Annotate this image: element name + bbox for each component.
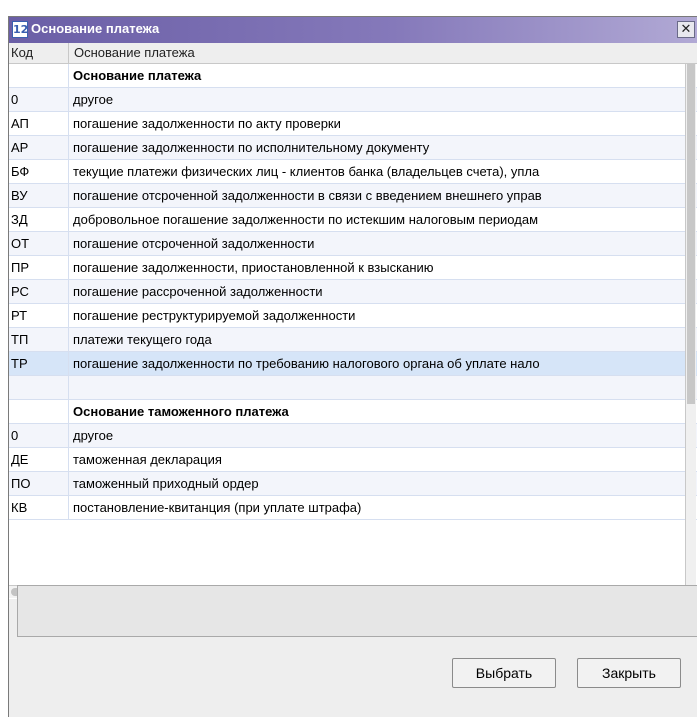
cell-code: 0: [9, 88, 69, 111]
table-row[interactable]: 0 другое: [9, 424, 697, 448]
info-panel: [17, 585, 697, 637]
cell-code: ВУ: [9, 184, 69, 207]
table-section-row[interactable]: Основание таможенного платежа: [9, 400, 697, 424]
cell-code: 0: [9, 424, 69, 447]
column-header-description[interactable]: Основание платежа: [70, 43, 697, 63]
cell-code: [9, 64, 69, 87]
table-row[interactable]: ЗД добровольное погашение задолженности п…: [9, 208, 697, 232]
table-row[interactable]: РС погашение рассроченной задолженности: [9, 280, 697, 304]
cell-code: РС: [9, 280, 69, 303]
dialog-window: 12 Основание платежа ✕ Код Основание пла…: [8, 16, 697, 717]
table-header: Код Основание платежа: [9, 43, 697, 64]
cell-code: ТР: [9, 352, 69, 375]
cell-description: погашение отсроченной задолженности: [73, 236, 315, 251]
section-title: Основание таможенного платежа: [73, 404, 289, 419]
table-row[interactable]: ТР погашение задолженности по требованию …: [9, 352, 697, 376]
table-row[interactable]: ОТ погашение отсроченной задолженности: [9, 232, 697, 256]
cell-description: погашение задолженности, приостановленно…: [73, 260, 434, 275]
title-bar[interactable]: 12 Основание платежа ✕: [9, 17, 697, 43]
cell-code: [9, 376, 69, 399]
cell-code: БФ: [9, 160, 69, 183]
app-icon: 12: [12, 21, 29, 38]
select-button[interactable]: Выбрать: [452, 658, 556, 688]
cell-description: таможенная декларация: [73, 452, 222, 467]
cell-description: погашение рассроченной задолженности: [73, 284, 323, 299]
close-icon[interactable]: ✕: [677, 21, 695, 38]
cell-description: текущие платежи физических лиц - клиенто…: [73, 164, 540, 179]
cell-description: таможенный приходный ордер: [73, 476, 259, 491]
table-row[interactable]: ТП платежи текущего года: [9, 328, 697, 352]
cell-code: [9, 400, 69, 423]
table-row[interactable]: ПР погашение задолженности, приостановлен…: [9, 256, 697, 280]
table-row[interactable]: [9, 376, 697, 400]
cell-description: погашение задолженности по требованию на…: [73, 356, 540, 371]
table-row[interactable]: ВУ погашение отсроченной задолженности в …: [9, 184, 697, 208]
payment-basis-table: Код Основание платежа Основание платежа 0…: [9, 43, 697, 599]
cell-code: АП: [9, 112, 69, 135]
table-row[interactable]: ДЕ таможенная декларация: [9, 448, 697, 472]
table-row[interactable]: 0 другое: [9, 88, 697, 112]
window-title: Основание платежа: [31, 21, 160, 36]
cell-code: РТ: [9, 304, 69, 327]
section-title: Основание платежа: [73, 68, 202, 83]
cell-description: добровольное погашение задолженности по …: [73, 212, 539, 227]
cell-code: ТП: [9, 328, 69, 351]
cell-code: АР: [9, 136, 69, 159]
cell-description: погашение задолженности по акту проверки: [73, 116, 341, 131]
table-row[interactable]: РТ погашение реструктурируемой задолженно…: [9, 304, 697, 328]
table-row[interactable]: КВ постановление-квитанция (при уплате шт…: [9, 496, 697, 520]
cell-code: ОТ: [9, 232, 69, 255]
vertical-scroll-thumb[interactable]: [687, 64, 695, 404]
table-row[interactable]: ПО таможенный приходный ордер: [9, 472, 697, 496]
cell-code: КВ: [9, 496, 69, 519]
cell-description: постановление-квитанция (при уплате штра…: [73, 500, 362, 515]
cell-description: [70, 376, 73, 399]
cell-description: другое: [73, 92, 114, 107]
cell-code: ДЕ: [9, 448, 69, 471]
table-section-row[interactable]: Основание платежа: [9, 64, 697, 88]
column-header-code[interactable]: Код: [9, 43, 69, 63]
cell-description: погашение задолженности по исполнительно…: [73, 140, 430, 155]
table-row[interactable]: АП погашение задолженности по акту провер…: [9, 112, 697, 136]
close-button[interactable]: Закрыть: [577, 658, 681, 688]
cell-code: ПО: [9, 472, 69, 495]
vertical-scrollbar[interactable]: [685, 64, 696, 594]
cell-description: погашение реструктурируемой задолженност…: [73, 308, 356, 323]
cell-description: платежи текущего года: [73, 332, 212, 347]
table-row[interactable]: АР погашение задолженности по исполнитель…: [9, 136, 697, 160]
cell-code: ПР: [9, 256, 69, 279]
cell-description: другое: [73, 428, 114, 443]
cell-description: погашение отсроченной задолженности в св…: [73, 188, 542, 203]
table-row[interactable]: БФ текущие платежи физических лиц - клиен…: [9, 160, 697, 184]
table-body: Основание платежа 0 другое АП погашение задо…: [9, 64, 697, 520]
cell-code: ЗД: [9, 208, 69, 231]
